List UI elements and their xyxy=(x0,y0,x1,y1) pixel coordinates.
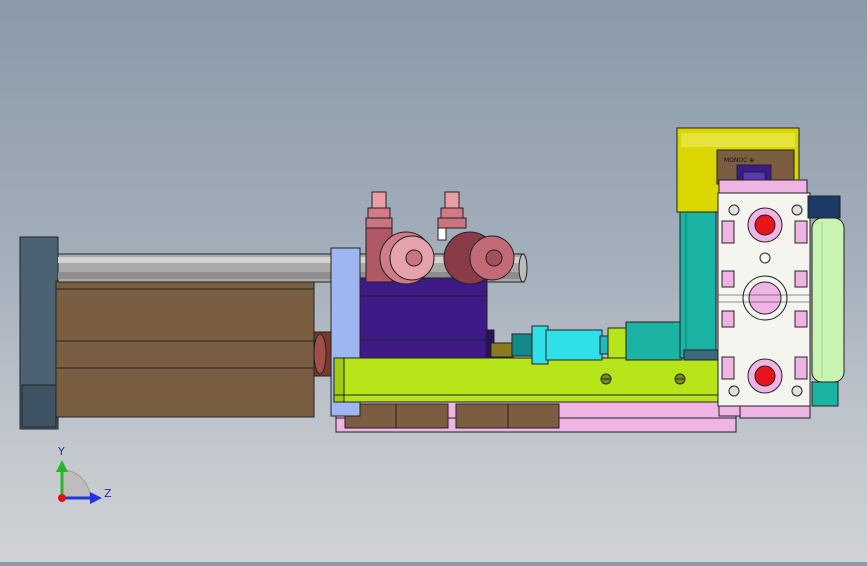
z-axis-label: Z xyxy=(104,487,112,500)
right-green-roller xyxy=(807,195,845,407)
x-axis-origin xyxy=(58,494,66,502)
cad-viewport[interactable]: MONOC ⊕ Y Z xyxy=(0,0,867,562)
red-knob-top xyxy=(754,214,776,236)
valve-body xyxy=(717,192,811,407)
bracket-label: MONOC ⊕ xyxy=(724,157,754,164)
assembly-drawing: MONOC ⊕ Y Z xyxy=(19,127,845,504)
roller-right xyxy=(437,191,515,285)
bottom-slide-rail xyxy=(335,401,737,433)
green-base-plate xyxy=(333,357,719,403)
teal-column xyxy=(679,211,719,361)
purple-carriage-block xyxy=(359,277,495,363)
motor-body xyxy=(55,280,315,418)
roller-left xyxy=(365,191,435,285)
y-axis-label: Y xyxy=(57,445,65,458)
red-knob-bottom xyxy=(754,365,776,387)
coordinate-triad: Y Z xyxy=(56,445,112,504)
